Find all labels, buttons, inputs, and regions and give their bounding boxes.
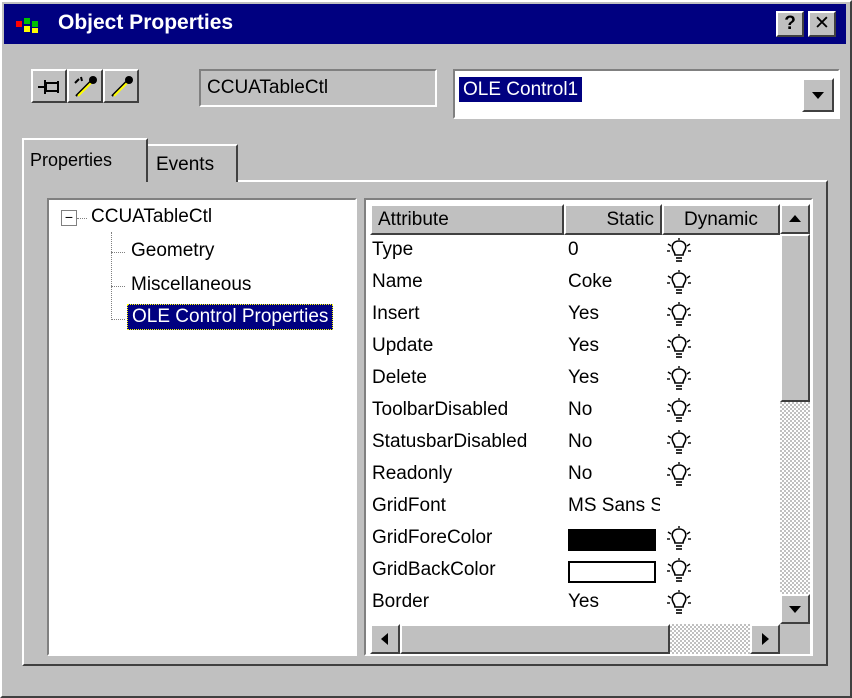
object-name-combobox[interactable]: OLE Control1 <box>453 69 840 119</box>
pick-object-linked-button[interactable] <box>103 69 139 103</box>
pin-button[interactable] <box>31 69 67 103</box>
static-cell[interactable]: Yes <box>568 303 660 335</box>
object-tree[interactable]: − CCUATableCtl Geometry Miscellaneous OL… <box>47 198 357 656</box>
table-row[interactable]: StatusbarDisabled No <box>366 428 776 460</box>
scroll-left-button[interactable] <box>370 624 400 654</box>
tree-connector <box>111 232 112 320</box>
table-row[interactable]: GridForeColor <box>366 524 776 556</box>
static-cell[interactable]: No <box>568 431 660 463</box>
table-row[interactable]: GridBackColor <box>366 556 776 588</box>
static-cell[interactable]: No <box>568 463 660 495</box>
table-row[interactable]: Update Yes <box>366 332 776 364</box>
tree-connector <box>77 218 87 219</box>
scroll-up-button[interactable] <box>780 204 810 234</box>
attribute-grid[interactable]: Attribute Static Dynamic Type 0 Name Coke In… <box>364 198 813 656</box>
chevron-down-icon <box>812 92 824 99</box>
table-row[interactable]: ToolbarDisabled No <box>366 396 776 428</box>
attribute-cell: Delete <box>372 367 427 388</box>
attribute-cell: Update <box>372 335 434 356</box>
static-cell[interactable]: Yes <box>568 367 660 399</box>
scroll-right-button[interactable] <box>750 624 780 654</box>
arrow-up-icon <box>789 215 801 222</box>
tree-connector <box>111 252 125 253</box>
arrow-left-icon <box>381 633 388 645</box>
close-button[interactable]: ✕ <box>808 11 836 37</box>
back-color-swatch[interactable] <box>568 561 656 583</box>
horizontal-scrollbar[interactable] <box>370 624 780 654</box>
object-name-value[interactable]: OLE Control1 <box>459 77 583 102</box>
table-row[interactable]: GridFont MS Sans Serif <box>366 492 776 524</box>
lightbulb-icon[interactable] <box>666 398 692 426</box>
arrow-down-icon <box>789 606 801 613</box>
static-cell[interactable]: No <box>568 399 660 431</box>
lightbulb-icon[interactable] <box>666 366 692 394</box>
table-row[interactable]: Border Yes <box>366 588 776 616</box>
tree-connector <box>111 286 125 287</box>
table-row[interactable]: Name Coke <box>366 268 776 300</box>
scrollbar-corner <box>780 624 810 654</box>
attribute-cell: Insert <box>372 303 420 324</box>
table-row[interactable]: Delete Yes <box>366 364 776 396</box>
vertical-scroll-thumb[interactable] <box>780 234 810 402</box>
column-header-attribute[interactable]: Attribute <box>370 204 564 235</box>
grid-body: Type 0 Name Coke Insert Yes Update Yes Delete Yes… <box>366 236 776 616</box>
object-properties-icon <box>16 18 38 33</box>
lightbulb-icon[interactable] <box>666 430 692 458</box>
lightbulb-icon[interactable] <box>666 590 692 616</box>
attribute-cell: Border <box>372 591 430 612</box>
lightbulb-icon[interactable] <box>666 334 692 362</box>
static-cell[interactable]: Coke <box>568 271 660 303</box>
dropdown-button[interactable] <box>802 78 834 112</box>
tab-events[interactable]: Events <box>148 144 238 182</box>
lightbulb-icon[interactable] <box>666 270 692 298</box>
tree-item-miscellaneous[interactable]: Miscellaneous <box>131 274 251 296</box>
tree-item-geometry[interactable]: Geometry <box>131 240 214 262</box>
column-header-static[interactable]: Static <box>564 204 662 235</box>
pin-icon <box>38 80 59 94</box>
tab-properties[interactable]: Properties <box>22 138 148 182</box>
help-button[interactable]: ? <box>776 11 804 37</box>
lightbulb-icon[interactable] <box>666 526 692 554</box>
lightbulb-icon[interactable] <box>666 238 692 266</box>
attribute-cell: Readonly <box>372 463 453 484</box>
static-cell[interactable]: 0 <box>568 239 660 271</box>
lightbulb-icon[interactable] <box>666 462 692 490</box>
title-bar[interactable]: Object Properties ? ✕ <box>4 4 846 44</box>
pick-object-button[interactable] <box>67 69 103 103</box>
tree-item-root[interactable]: CCUATableCtl <box>91 206 212 228</box>
attribute-cell: GridForeColor <box>372 527 493 548</box>
attribute-cell: Type <box>372 239 414 260</box>
vertical-scrollbar[interactable] <box>780 204 810 624</box>
eyedropper-icon <box>111 76 133 97</box>
lightbulb-icon[interactable] <box>666 302 692 330</box>
table-row[interactable]: Insert Yes <box>366 300 776 332</box>
fore-color-swatch[interactable] <box>568 529 656 551</box>
window-title: Object Properties <box>58 11 234 34</box>
attribute-cell: StatusbarDisabled <box>372 431 528 452</box>
attribute-cell: ToolbarDisabled <box>372 399 509 420</box>
attribute-cell: GridBackColor <box>372 559 496 580</box>
scroll-down-button[interactable] <box>780 594 810 624</box>
attribute-cell: GridFont <box>372 495 446 516</box>
static-cell[interactable]: MS Sans Serif <box>568 495 660 527</box>
table-row[interactable]: Readonly No <box>366 460 776 492</box>
horizontal-scroll-thumb[interactable] <box>400 624 670 654</box>
eyedropper-icon <box>74 76 97 97</box>
object-type-field: CCUATableCtl <box>199 69 437 107</box>
lightbulb-icon[interactable] <box>666 558 692 586</box>
table-row[interactable]: Type 0 <box>366 236 776 268</box>
collapse-icon[interactable]: − <box>61 210 77 226</box>
arrow-right-icon <box>762 633 769 645</box>
static-cell[interactable]: Yes <box>568 335 660 367</box>
attribute-cell: Name <box>372 271 423 292</box>
tree-item-ole-control-properties[interactable]: OLE Control Properties <box>127 304 334 330</box>
tree-connector <box>111 319 125 320</box>
static-cell[interactable]: Yes <box>568 591 660 616</box>
column-header-dynamic[interactable]: Dynamic <box>662 204 780 235</box>
